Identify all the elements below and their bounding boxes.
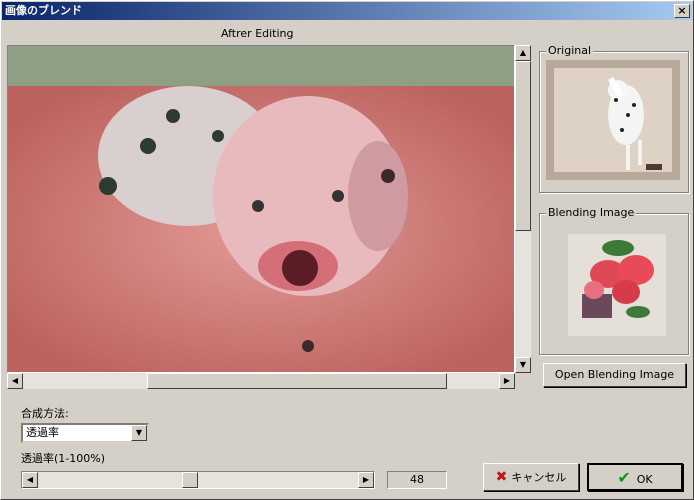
slider-right-button[interactable]: ▶ <box>358 472 374 488</box>
composition-method-label: 合成方法: <box>21 407 69 420</box>
dropdown-arrow-icon[interactable]: ▼ <box>131 425 147 441</box>
ok-label: OK <box>636 473 653 486</box>
opacity-label: 透過率(1-100%) <box>21 452 105 465</box>
preview-horizontal-scrollbar[interactable]: ◀ ▶ <box>7 373 515 389</box>
x-icon: ✖ <box>495 469 508 485</box>
title-bar: 画像のブレンド × <box>2 2 692 20</box>
original-thumbnail <box>546 60 680 180</box>
composition-method-value: 透過率 <box>26 426 59 439</box>
checkmark-icon: ✔ <box>617 468 631 487</box>
scroll-left-button[interactable]: ◀ <box>7 373 23 389</box>
blended-preview-image <box>8 46 514 372</box>
opacity-value: 48 <box>387 471 447 489</box>
scrollbar-corner <box>515 373 531 389</box>
vertical-scroll-thumb[interactable] <box>515 61 531 231</box>
scroll-up-button[interactable]: ▲ <box>515 45 531 61</box>
slider-thumb[interactable] <box>182 472 199 488</box>
close-button[interactable]: × <box>674 4 690 18</box>
preview-vertical-scrollbar[interactable]: ▲ ▼ <box>515 45 531 373</box>
horizontal-scroll-thumb[interactable] <box>147 373 447 389</box>
cancel-button[interactable]: ✖ キャンセル <box>483 463 579 491</box>
scroll-right-button[interactable]: ▶ <box>499 373 515 389</box>
original-group: Original <box>539 44 689 193</box>
preview-heading: Aftrer Editing <box>221 27 294 40</box>
cancel-label: キャンセル <box>511 471 567 484</box>
scroll-down-button[interactable]: ▼ <box>515 357 531 373</box>
opacity-slider[interactable]: ◀ ▶ <box>21 471 375 489</box>
original-legend: Original <box>546 44 594 57</box>
blending-image-thumbnail <box>568 234 666 336</box>
slider-left-button[interactable]: ◀ <box>22 472 38 488</box>
open-blending-image-button[interactable]: Open Blending Image <box>543 363 686 387</box>
window-title: 画像のブレンド <box>5 4 82 17</box>
blend-image-dialog: 画像のブレンド × Aftrer Editing ▲ ▼ ◀ ▶ Origina… <box>0 0 694 500</box>
blending-image-legend: Blending Image <box>546 206 637 219</box>
preview-canvas[interactable] <box>7 45 515 373</box>
blending-image-group: Blending Image <box>539 206 689 355</box>
composition-method-select[interactable]: 透過率 ▼ <box>21 423 149 443</box>
ok-button[interactable]: ✔ OK <box>587 463 683 491</box>
